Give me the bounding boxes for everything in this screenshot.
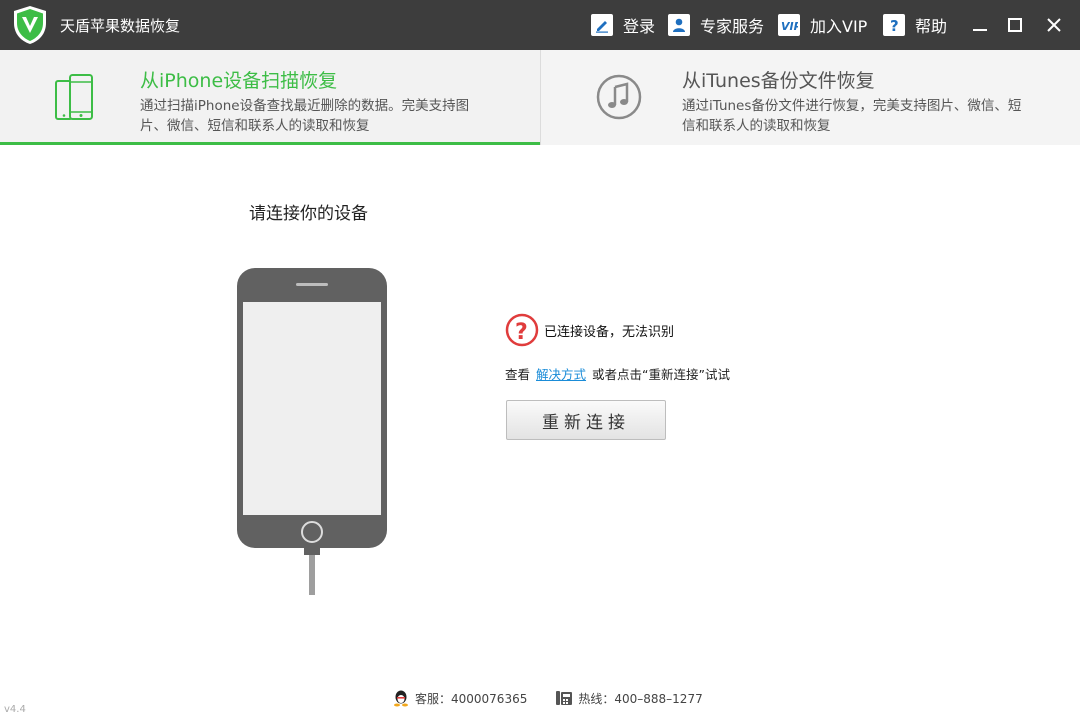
- hotline: 热线：400–888–1277: [555, 689, 703, 707]
- iphone-illustration-icon: [237, 268, 387, 595]
- login-button[interactable]: 登录: [591, 12, 655, 38]
- title-bar: 天盾苹果数据恢复 登录 专家服务 VIP 加入VIP ? 帮助: [0, 0, 1080, 50]
- customer-service: 客服：4000076365: [392, 689, 527, 707]
- tab-itunes-backup[interactable]: 从iTunes备份文件恢复 通过iTunes备份文件进行恢复，完美支持图片、微信…: [540, 50, 1080, 145]
- mode-tabs: 从iPhone设备扫描恢复 通过扫描iPhone设备查找最近删除的数据。完美支持…: [0, 50, 1080, 145]
- pencil-icon: [591, 14, 613, 36]
- svg-text:?: ?: [890, 17, 899, 33]
- hint-suffix: 或者点击“重新连接”试试: [592, 367, 730, 382]
- solution-link[interactable]: 解决方式: [536, 367, 586, 382]
- reconnect-button[interactable]: 重新连接: [506, 400, 666, 440]
- close-icon[interactable]: [1043, 14, 1065, 36]
- help-icon: ?: [883, 14, 905, 36]
- phone-icon: [556, 691, 573, 705]
- tab-itunes-desc: 通过iTunes备份文件进行恢复，完美支持图片、微信、短信和联系人的读取和恢复: [682, 98, 1022, 134]
- phones-icon: [55, 74, 93, 120]
- expert-user-icon: [668, 14, 690, 36]
- svg-text:VIP: VIP: [781, 20, 798, 33]
- device-status-text: 已连接设备，无法识别: [544, 324, 675, 340]
- help-button[interactable]: ? 帮助: [883, 12, 947, 38]
- troubleshoot-hint: 查看 解决方式 或者点击“重新连接”试试: [505, 364, 730, 383]
- footer-contact: 客服：4000076365 热线：400–888–1277: [392, 688, 731, 708]
- expert-service-button[interactable]: 专家服务: [668, 12, 764, 38]
- app-title: 天盾苹果数据恢复: [60, 17, 181, 35]
- tab-iphone-scan[interactable]: 从iPhone设备扫描恢复 通过扫描iPhone设备查找最近删除的数据。完美支持…: [0, 50, 540, 145]
- music-note-icon: [596, 74, 642, 120]
- join-vip-button[interactable]: VIP 加入VIP: [778, 12, 867, 38]
- hint-prefix: 查看: [505, 367, 531, 382]
- vip-icon: VIP: [778, 14, 800, 36]
- login-label: 登录: [623, 17, 656, 36]
- join-vip-label: 加入VIP: [810, 17, 868, 36]
- help-label: 帮助: [915, 17, 948, 36]
- customer-service-text: 客服：4000076365: [415, 691, 528, 706]
- minimize-icon[interactable]: [969, 14, 991, 36]
- maximize-icon[interactable]: [1004, 14, 1026, 36]
- svg-text:?: ?: [515, 320, 528, 345]
- version-label: v4.4: [4, 704, 26, 715]
- qq-penguin-icon: [394, 690, 408, 707]
- tab-iphone-title: 从iPhone设备扫描恢复: [140, 70, 338, 92]
- connect-device-prompt: 请连接你的设备: [249, 204, 368, 224]
- hotline-text: 热线：400–888–1277: [578, 691, 703, 706]
- tab-itunes-title: 从iTunes备份文件恢复: [682, 70, 875, 92]
- shield-logo-icon: [14, 6, 46, 44]
- expert-service-label: 专家服务: [700, 17, 765, 36]
- device-status: ? 已连接设备，无法识别: [505, 313, 674, 347]
- tab-iphone-desc: 通过扫描iPhone设备查找最近删除的数据。完美支持图片、微信、短信和联系人的读…: [140, 98, 470, 134]
- question-mark-icon: ?: [505, 313, 539, 347]
